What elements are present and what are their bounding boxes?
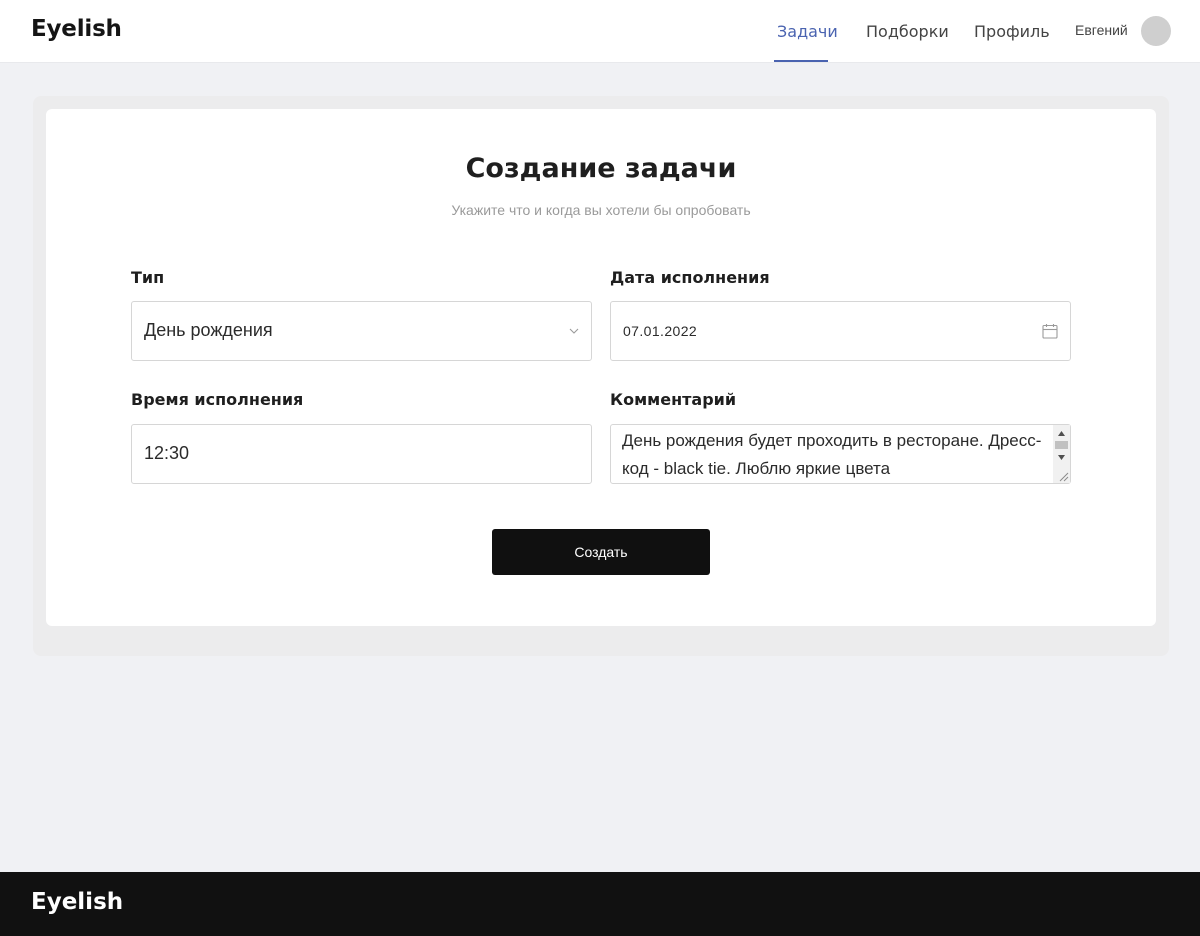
scroll-thumb[interactable] [1055, 441, 1068, 449]
create-task-card: Создание задачи Укажите что и когда вы х… [46, 109, 1156, 626]
top-header: Eyelish Задачи Подборки Профиль Евгений [0, 0, 1200, 63]
nav-item-profile[interactable]: Профиль [974, 22, 1050, 41]
date-input[interactable]: 07.01.2022 [610, 301, 1071, 361]
chevron-down-icon [569, 328, 579, 334]
type-select[interactable]: День рождения [131, 301, 592, 361]
nav-item-tasks[interactable]: Задачи [777, 22, 838, 41]
page-title: Создание задачи [465, 153, 737, 184]
create-button[interactable]: Создать [492, 529, 710, 575]
time-label: Время исполнения [131, 390, 304, 409]
user-name[interactable]: Евгений [1075, 22, 1128, 38]
comment-textarea-value: День рождения будет проходить в ресторан… [622, 431, 1042, 478]
page-subtitle: Укажите что и когда вы хотели бы опробов… [451, 202, 751, 218]
time-input[interactable]: 12:30 [131, 424, 592, 484]
resize-handle-icon[interactable] [1057, 470, 1069, 482]
nav-item-collections[interactable]: Подборки [866, 22, 949, 41]
calendar-icon[interactable] [1041, 322, 1059, 340]
comment-label: Комментарий [610, 390, 737, 409]
scroll-up-icon[interactable] [1057, 430, 1066, 438]
time-input-value: 12:30 [144, 443, 190, 463]
date-input-value: 07.01.2022 [623, 323, 698, 339]
footer-logo[interactable]: Eyelish [31, 889, 123, 915]
footer: Eyelish [0, 872, 1200, 936]
logo[interactable]: Eyelish [31, 16, 122, 42]
avatar[interactable] [1141, 16, 1171, 46]
type-select-value: День рождения [144, 320, 273, 340]
active-nav-indicator [774, 60, 828, 62]
date-label: Дата исполнения [610, 268, 770, 287]
type-label: Тип [131, 268, 165, 287]
comment-textarea[interactable]: День рождения будет проходить в ресторан… [610, 424, 1071, 484]
scroll-down-icon[interactable] [1057, 453, 1066, 461]
